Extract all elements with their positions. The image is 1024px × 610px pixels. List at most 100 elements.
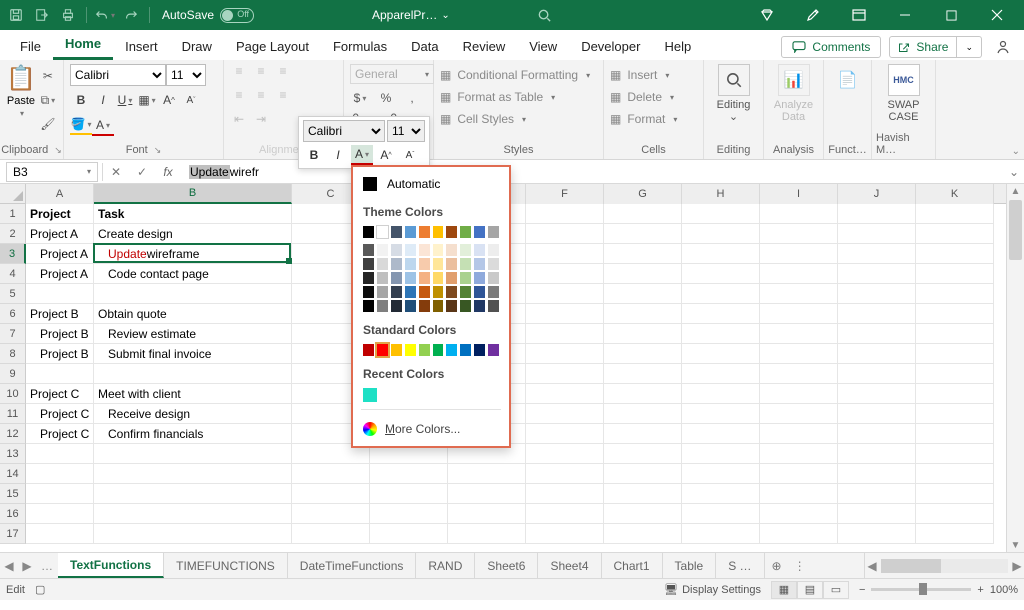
- underline-button[interactable]: U▾: [114, 90, 136, 110]
- bold-button[interactable]: B: [70, 90, 92, 110]
- cell-G5[interactable]: [604, 284, 682, 304]
- cell-B5[interactable]: [94, 284, 292, 304]
- font-name-select[interactable]: Calibri: [70, 64, 166, 86]
- color-swatch[interactable]: [460, 300, 471, 312]
- cell-K4[interactable]: [916, 264, 994, 284]
- cell-styles-button[interactable]: ▦ Cell Styles▾: [440, 108, 597, 130]
- cell-H15[interactable]: [682, 484, 760, 504]
- hscroll-right[interactable]: ▶: [1010, 559, 1024, 573]
- row-header-2[interactable]: 2: [0, 224, 26, 244]
- cell-A13[interactable]: [26, 444, 94, 464]
- format-as-table-button[interactable]: ▦ Format as Table▾: [440, 86, 597, 108]
- cell-F9[interactable]: [526, 364, 604, 384]
- cell-F15[interactable]: [526, 484, 604, 504]
- cell-J9[interactable]: [838, 364, 916, 384]
- col-header-A[interactable]: A: [26, 184, 94, 204]
- cell-I4[interactable]: [760, 264, 838, 284]
- cell-G6[interactable]: [604, 304, 682, 324]
- color-swatch[interactable]: [433, 272, 444, 284]
- view-page-break-icon[interactable]: ▭: [823, 581, 849, 599]
- save-icon[interactable]: [4, 3, 28, 27]
- row-header-17[interactable]: 17: [0, 524, 26, 544]
- col-header-H[interactable]: H: [682, 184, 760, 204]
- cell-J3[interactable]: [838, 244, 916, 264]
- color-swatch[interactable]: [363, 272, 374, 284]
- ribbon-mode-icon[interactable]: [836, 0, 882, 30]
- cell-C14[interactable]: [292, 464, 370, 484]
- color-swatch[interactable]: [377, 272, 388, 284]
- cell-A7[interactable]: Project B: [26, 324, 94, 344]
- cell-G12[interactable]: [604, 424, 682, 444]
- color-swatch[interactable]: [405, 344, 416, 356]
- row-header-16[interactable]: 16: [0, 504, 26, 524]
- hscroll-left[interactable]: ◀: [865, 559, 879, 573]
- color-swatch[interactable]: [419, 344, 430, 356]
- color-swatch[interactable]: [474, 226, 485, 238]
- color-swatch[interactable]: [419, 286, 430, 298]
- delete-cells-button[interactable]: ▦ Delete▾: [610, 86, 697, 108]
- cell-E17[interactable]: [448, 524, 526, 544]
- align-bottom-icon[interactable]: ≡: [274, 64, 292, 84]
- cell-A5[interactable]: [26, 284, 94, 304]
- align-center-icon[interactable]: ≡: [252, 88, 270, 108]
- cell-F16[interactable]: [526, 504, 604, 524]
- cell-K15[interactable]: [916, 484, 994, 504]
- cell-F4[interactable]: [526, 264, 604, 284]
- sheet-tab[interactable]: Sheet6: [475, 553, 538, 578]
- mini-italic-button[interactable]: I: [327, 145, 349, 165]
- color-swatch[interactable]: [363, 226, 374, 238]
- col-header-I[interactable]: I: [760, 184, 838, 204]
- cell-K16[interactable]: [916, 504, 994, 524]
- undo-icon[interactable]: ▾: [93, 3, 117, 27]
- zoom-slider[interactable]: [871, 588, 971, 591]
- cell-I10[interactable]: [760, 384, 838, 404]
- minimize-button[interactable]: [882, 0, 928, 30]
- tab-help[interactable]: Help: [652, 33, 703, 60]
- cell-K7[interactable]: [916, 324, 994, 344]
- mini-font-select[interactable]: Calibri: [303, 120, 385, 142]
- decrease-font-icon[interactable]: Aˇ: [180, 90, 202, 110]
- diamond-icon[interactable]: [744, 0, 790, 30]
- align-right-icon[interactable]: ≡: [274, 88, 292, 108]
- cell-F7[interactable]: [526, 324, 604, 344]
- cell-F13[interactable]: [526, 444, 604, 464]
- cell-H7[interactable]: [682, 324, 760, 344]
- sheet-nav-prev[interactable]: ◀: [0, 553, 18, 578]
- cell-A3[interactable]: Project A: [26, 244, 94, 264]
- cell-D16[interactable]: [370, 504, 448, 524]
- collapse-ribbon-icon[interactable]: ⌄: [1012, 146, 1020, 157]
- cell-B12[interactable]: Confirm financials: [94, 424, 292, 444]
- row-header-6[interactable]: 6: [0, 304, 26, 324]
- font-color-button[interactable]: A▾: [92, 116, 114, 136]
- cell-F2[interactable]: [526, 224, 604, 244]
- functions-button[interactable]: 📄 Funct…: [824, 60, 872, 159]
- format-painter-icon[interactable]: 🖌: [38, 114, 58, 134]
- color-swatch[interactable]: [363, 300, 374, 312]
- sheet-tab[interactable]: DateTimeFunctions: [288, 553, 417, 578]
- zoom-level[interactable]: 100%: [990, 584, 1018, 596]
- cell-H17[interactable]: [682, 524, 760, 544]
- color-swatch[interactable]: [377, 244, 388, 256]
- cell-J16[interactable]: [838, 504, 916, 524]
- cell-I6[interactable]: [760, 304, 838, 324]
- fill-color-button[interactable]: 🪣▾: [70, 115, 92, 135]
- cell-J7[interactable]: [838, 324, 916, 344]
- comma-icon[interactable]: ,: [402, 88, 422, 108]
- color-swatch[interactable]: [405, 226, 416, 238]
- cell-I9[interactable]: [760, 364, 838, 384]
- cell-F1[interactable]: [526, 204, 604, 224]
- sheet-overflow[interactable]: …: [36, 553, 58, 578]
- select-all-corner[interactable]: [0, 184, 26, 204]
- color-swatch[interactable]: [488, 300, 499, 312]
- cell-A16[interactable]: [26, 504, 94, 524]
- comments-button[interactable]: Comments: [781, 36, 881, 58]
- cell-D17[interactable]: [370, 524, 448, 544]
- col-header-K[interactable]: K: [916, 184, 994, 204]
- color-swatch[interactable]: [391, 286, 402, 298]
- accounting-icon[interactable]: $▾: [350, 88, 370, 108]
- mini-font-color-button[interactable]: A▾: [351, 145, 373, 165]
- sheet-tab[interactable]: RAND: [416, 553, 475, 578]
- cell-I12[interactable]: [760, 424, 838, 444]
- cell-F14[interactable]: [526, 464, 604, 484]
- color-swatch[interactable]: [433, 258, 444, 270]
